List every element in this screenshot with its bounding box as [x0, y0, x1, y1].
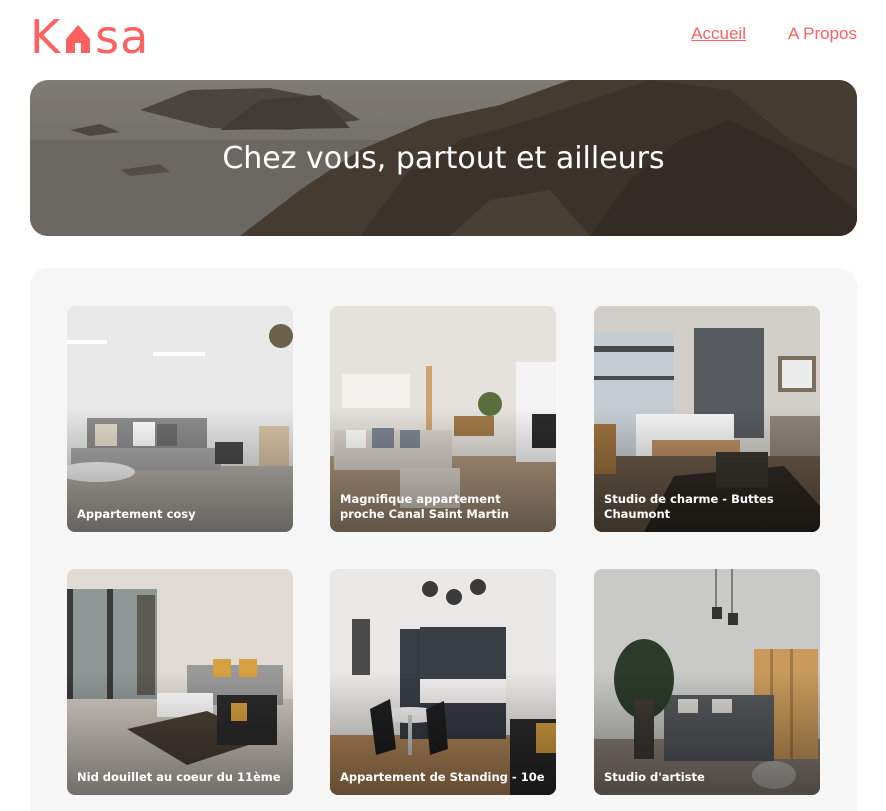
listing-title: Magnifique appartement proche Canal Sain… — [340, 492, 509, 521]
listing-title: Studio de charme - Buttes Chaumont — [604, 492, 774, 521]
listing-card[interactable]: Appartement de Standing - 10e — [330, 569, 556, 795]
house-icon — [66, 25, 91, 53]
card-overlay — [594, 569, 820, 795]
banner-title: Chez vous, partout et ailleurs — [222, 140, 665, 176]
card-overlay — [67, 306, 293, 532]
logo-wordmark: Ksa — [30, 10, 150, 64]
nav-link-a-propos[interactable]: A Propos — [788, 24, 857, 44]
listing-card[interactable]: Studio de charme - Buttes Chaumont — [594, 306, 820, 532]
listing-title: Nid douillet au coeur du 11ème — [77, 770, 281, 784]
listing-card[interactable]: Nid douillet au coeur du 11ème — [67, 569, 293, 795]
header: Ksa Accueil A Propos — [30, 12, 857, 62]
main-nav: Accueil A Propos — [691, 24, 857, 44]
listing-title: Appartement de Standing - 10e — [340, 770, 545, 784]
kasa-logo[interactable]: Ksa — [30, 12, 149, 62]
listing-title: Appartement cosy — [77, 507, 196, 521]
listings-gallery: Appartement cosy Magnifique appartement … — [30, 268, 857, 811]
listing-card[interactable]: Magnifique appartement proche Canal Sain… — [330, 306, 556, 532]
card-overlay — [67, 569, 293, 795]
listing-card[interactable]: Appartement cosy — [67, 306, 293, 532]
listing-title: Studio d'artiste — [604, 770, 705, 784]
nav-link-accueil[interactable]: Accueil — [691, 24, 746, 44]
card-overlay — [330, 569, 556, 795]
hero-banner: Chez vous, partout et ailleurs — [30, 80, 857, 236]
listing-card[interactable]: Studio d'artiste — [594, 569, 820, 795]
